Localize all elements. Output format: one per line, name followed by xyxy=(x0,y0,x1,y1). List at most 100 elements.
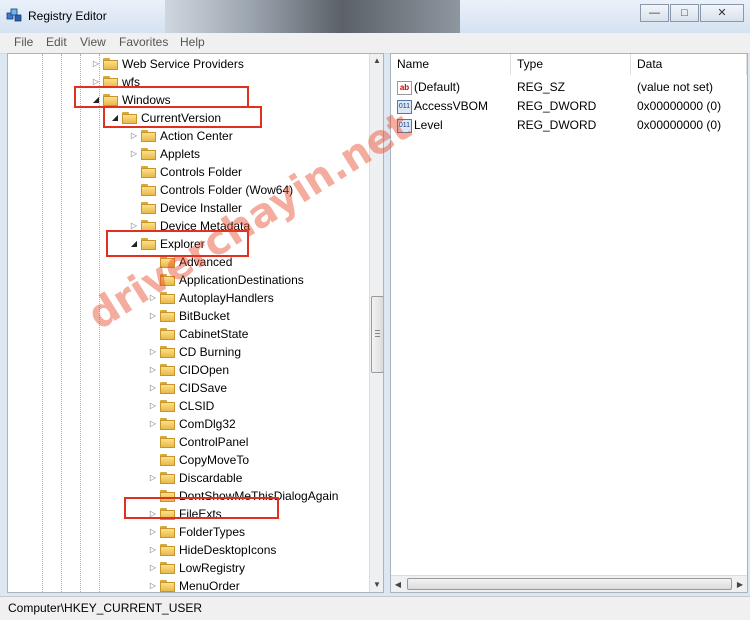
collapsed-arrow-icon[interactable]: ▷ xyxy=(148,379,158,397)
column-header-data[interactable]: Data xyxy=(631,54,747,75)
value-name: Level xyxy=(414,118,443,132)
folder-icon xyxy=(141,148,156,160)
column-header-name[interactable]: Name xyxy=(391,54,511,75)
tree-item-label: CIDOpen xyxy=(179,363,230,377)
tree-item[interactable]: ▷ FolderTypes xyxy=(8,523,368,541)
folder-icon xyxy=(160,382,175,394)
collapsed-arrow-icon[interactable]: ▷ xyxy=(129,127,139,145)
grip-line xyxy=(375,336,380,337)
tree-item[interactable]: ▷ BitBucket xyxy=(8,307,368,325)
scroll-down-arrow-icon[interactable]: ▼ xyxy=(370,578,383,592)
highlight-currentversion xyxy=(103,106,262,128)
folder-icon xyxy=(141,202,156,214)
menu-favorites[interactable]: Favorites xyxy=(119,35,168,49)
folder-icon xyxy=(141,130,156,142)
collapsed-arrow-icon[interactable]: ▷ xyxy=(148,559,158,577)
tree-item-label: CD Burning xyxy=(179,345,242,359)
folder-icon xyxy=(160,400,175,412)
collapsed-arrow-icon[interactable]: ▷ xyxy=(148,415,158,433)
menu-edit[interactable]: Edit xyxy=(46,35,67,49)
value-data: 0x00000000 (0) xyxy=(637,99,722,113)
value-row[interactable]: 011 Level REG_DWORD 0x00000000 (0) xyxy=(391,116,747,135)
tree-item[interactable]: ▷ MenuOrder xyxy=(8,577,368,592)
tree-item[interactable]: CabinetState xyxy=(8,325,368,343)
tree-item[interactable]: ▷ Discardable xyxy=(8,469,368,487)
tree-item-label: Action Center xyxy=(160,129,233,143)
string-value-icon: ab xyxy=(397,81,412,95)
value-type: REG_SZ xyxy=(517,80,566,94)
tree-item[interactable]: ▷ LowRegistry xyxy=(8,559,368,577)
tree-item[interactable]: Controls Folder xyxy=(8,163,368,181)
collapsed-arrow-icon[interactable]: ▷ xyxy=(148,541,158,559)
folder-icon xyxy=(160,274,175,286)
tree-item[interactable]: ▷ CIDOpen xyxy=(8,361,368,379)
list-horizontal-scrollbar[interactable]: ◀ ▶ xyxy=(391,575,747,592)
value-type: REG_DWORD xyxy=(517,118,597,132)
menu-help[interactable]: Help xyxy=(180,35,205,49)
highlight-explorer xyxy=(106,230,249,257)
tree-item[interactable]: ▷ AutoplayHandlers xyxy=(8,289,368,307)
tree-vertical-scrollbar[interactable]: ▲ ▼ xyxy=(369,54,383,592)
scrollbar-thumb[interactable] xyxy=(371,296,383,373)
tree-item[interactable]: ▷ Web Service Providers xyxy=(8,55,368,73)
tree-item-label: ApplicationDestinations xyxy=(179,273,304,287)
folder-icon xyxy=(160,328,175,340)
collapsed-arrow-icon[interactable]: ▷ xyxy=(91,55,101,73)
minimize-icon: — xyxy=(649,7,660,19)
collapsed-arrow-icon[interactable]: ▷ xyxy=(148,361,158,379)
value-row[interactable]: ab (Default) REG_SZ (value not set) xyxy=(391,78,747,97)
collapsed-arrow-icon[interactable]: ▷ xyxy=(148,397,158,415)
tree-item[interactable]: ▷ CD Burning xyxy=(8,343,368,361)
grip-line xyxy=(375,333,380,334)
tree-item-label: CopyMoveTo xyxy=(179,453,250,467)
tree-item[interactable]: Controls Folder (Wow64) xyxy=(8,181,368,199)
tree-item-label: HideDesktopIcons xyxy=(179,543,277,557)
tree-item[interactable]: ▷ Action Center xyxy=(8,127,368,145)
value-row[interactable]: 011 AccessVBOM REG_DWORD 0x00000000 (0) xyxy=(391,97,747,116)
folder-icon xyxy=(160,580,175,592)
scroll-left-arrow-icon[interactable]: ◀ xyxy=(391,576,405,592)
minimize-button[interactable]: — xyxy=(640,4,669,22)
registry-values-list[interactable]: Name Type Data ab (Default) REG_SZ (valu… xyxy=(390,53,748,593)
folder-icon xyxy=(160,544,175,556)
menu-view[interactable]: View xyxy=(80,35,106,49)
maximize-button[interactable]: □ xyxy=(670,4,699,22)
collapsed-arrow-icon[interactable]: ▷ xyxy=(148,307,158,325)
folder-icon xyxy=(160,292,175,304)
current-key-path: Computer\HKEY_CURRENT_USER xyxy=(8,601,203,615)
column-header-type[interactable]: Type xyxy=(511,54,631,75)
collapsed-arrow-icon[interactable]: ▷ xyxy=(148,343,158,361)
collapsed-arrow-icon[interactable]: ▷ xyxy=(148,289,158,307)
tree-item[interactable]: Device Installer xyxy=(8,199,368,217)
tree-item[interactable]: ApplicationDestinations xyxy=(8,271,368,289)
dword-value-icon: 011 xyxy=(397,100,412,114)
tree-item[interactable]: ▷ CIDSave xyxy=(8,379,368,397)
tree-item[interactable]: ▷ Applets xyxy=(8,145,368,163)
scroll-up-arrow-icon[interactable]: ▲ xyxy=(370,54,383,68)
title-bar: Registry Editor — □ ✕ xyxy=(0,0,750,33)
folder-icon xyxy=(160,526,175,538)
tree-item[interactable]: ▷ ComDlg32 xyxy=(8,415,368,433)
tree-item[interactable]: ▷ CLSID xyxy=(8,397,368,415)
grip-line xyxy=(375,330,380,331)
collapsed-arrow-icon[interactable]: ▷ xyxy=(148,577,158,592)
tree-item-label: Device Installer xyxy=(160,201,243,215)
tree-item[interactable]: ControlPanel xyxy=(8,433,368,451)
folder-icon xyxy=(160,256,175,268)
tree-item-label: Applets xyxy=(160,147,201,161)
highlight-windows xyxy=(74,86,249,108)
tree-item-label: FolderTypes xyxy=(179,525,246,539)
tree-item[interactable]: CopyMoveTo xyxy=(8,451,368,469)
folder-icon xyxy=(141,184,156,196)
collapsed-arrow-icon[interactable]: ▷ xyxy=(129,145,139,163)
scroll-right-arrow-icon[interactable]: ▶ xyxy=(733,576,747,592)
scrollbar-thumb[interactable] xyxy=(407,578,732,590)
collapsed-arrow-icon[interactable]: ▷ xyxy=(148,523,158,541)
collapsed-arrow-icon[interactable]: ▷ xyxy=(148,469,158,487)
dword-value-icon: 011 xyxy=(397,119,412,133)
tree-item-label: Web Service Providers xyxy=(122,57,244,71)
tree-item[interactable]: ▷ HideDesktopIcons xyxy=(8,541,368,559)
menu-file[interactable]: File xyxy=(14,35,33,49)
close-button[interactable]: ✕ xyxy=(700,4,744,22)
tree-item-label: Controls Folder (Wow64) xyxy=(160,183,294,197)
